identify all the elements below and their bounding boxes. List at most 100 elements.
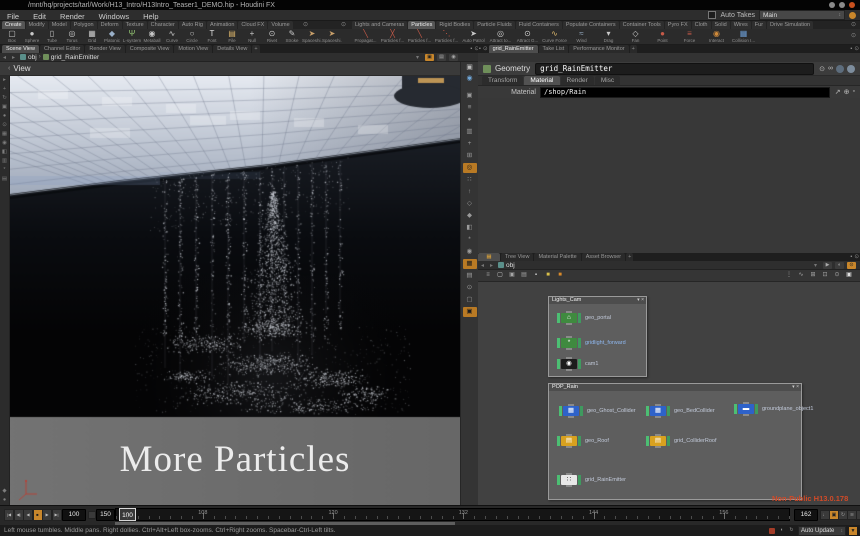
shelf-tool-attract-g-[interactable]: ⊙Attract G... — [514, 29, 541, 43]
shelf-tools-gear-icon[interactable]: ⊙ — [851, 32, 856, 40]
find-icon[interactable]: ⊙ — [832, 271, 842, 280]
param-tab-misc[interactable]: Misc — [595, 76, 620, 85]
tab-details-view[interactable]: Details View — [213, 45, 251, 53]
shelf-tool-tube[interactable]: ▯Tube — [42, 29, 62, 43]
node-gridlight-forward[interactable]: *gridlight_forward — [557, 338, 626, 348]
shelf-tool-auto-patrol[interactable]: ➤Auto Patrol — [460, 29, 487, 43]
display-options-icon[interactable]: ▣ — [463, 307, 477, 317]
help-icon[interactable] — [836, 65, 844, 73]
node-render-flag[interactable] — [578, 338, 581, 348]
material-path-field[interactable]: /shop/Rain — [540, 87, 830, 98]
jump-to-start-button[interactable]: |◀ — [4, 509, 14, 521]
display-options-icon[interactable]: ▦ — [2, 130, 7, 139]
shelf-tool-attract-to-[interactable]: ◎Attract to... — [487, 29, 514, 43]
path-segment-node[interactable]: grid_RainEmitter — [41, 54, 101, 61]
play-reverse-button[interactable]: ◀ — [23, 509, 33, 521]
network-path-segment[interactable]: obj — [496, 262, 517, 269]
shelf-tab-fur[interactable]: Fur — [752, 21, 766, 29]
jump-to-end-button[interactable]: ▶| — [52, 509, 62, 521]
chevron-down-icon[interactable]: ▾ — [811, 262, 820, 269]
minimize-button[interactable] — [829, 2, 835, 8]
range-lock-icon[interactable] — [88, 511, 96, 519]
snapshot-icon[interactable]: ▢ — [463, 295, 477, 305]
grid-display-icon[interactable]: ▦ — [463, 259, 477, 269]
close-button[interactable] — [849, 2, 855, 8]
shelf-tool-curve[interactable]: ∿Curve — [162, 29, 182, 43]
node-geo-ghost-collider[interactable]: ▦geo_Ghost_Collider — [559, 406, 636, 416]
snap-options-icon[interactable]: ⊙ — [2, 121, 7, 130]
points-display-icon[interactable]: ∷ — [463, 175, 477, 185]
group-list-icon[interactable]: ▤ — [463, 271, 477, 281]
shelf-tab-populate-containers[interactable]: Populate Containers — [563, 21, 619, 29]
shelf-tab-particle-fluids[interactable]: Particle Fluids — [474, 21, 515, 29]
node-input-stub[interactable] — [566, 434, 572, 436]
path-segment-obj[interactable]: obj — [18, 54, 39, 61]
stop-button[interactable]: ■ — [33, 509, 43, 521]
node-display-flag[interactable] — [734, 404, 737, 414]
shelf-tab-deform[interactable]: Deform — [98, 21, 122, 29]
handles-icon[interactable]: + — [463, 139, 477, 149]
range-end-field[interactable]: 150 — [96, 509, 115, 521]
node-input-stub[interactable] — [566, 336, 572, 338]
badge-icon[interactable]: ▢ — [495, 271, 505, 280]
node-display-flag[interactable] — [557, 436, 560, 446]
swatch-yellow-icon[interactable]: ■ — [543, 271, 553, 280]
camera-tool-icon[interactable]: ◉ — [2, 139, 7, 148]
shelf-tool-null[interactable]: +Null — [242, 29, 262, 43]
node-geo-roof[interactable]: ▤geo_Roof — [557, 436, 609, 446]
step-back-button[interactable]: ◀| — [14, 509, 24, 521]
grid-toggle-icon[interactable]: ▤ — [2, 175, 7, 184]
end-frame-field[interactable]: 162 — [794, 509, 818, 521]
timeline-ruler[interactable]: 100 108120132144156 — [115, 508, 790, 521]
layout-icon[interactable]: ▤ — [519, 271, 529, 280]
scale-tool-icon[interactable]: ▣ — [2, 103, 7, 112]
tab-network-view[interactable]: ▦ — [478, 253, 500, 261]
node-render-flag[interactable] — [667, 406, 670, 416]
tab-motion-view[interactable]: Motion View — [174, 45, 212, 53]
clear-icon[interactable]: ▫ — [853, 88, 855, 96]
display-flags-icon[interactable]: ▣ — [507, 271, 517, 280]
shelf-tab-volume[interactable]: Volume — [268, 21, 292, 29]
shelf-tool-particles-f-[interactable]: ╲Particles f... — [406, 29, 433, 43]
refresh-icon[interactable]: ↻ — [788, 527, 795, 534]
shelf-tool-sphere[interactable]: ●Sphere — [22, 29, 42, 43]
node-display-flag[interactable] — [557, 338, 560, 348]
node-input-stub[interactable] — [655, 404, 661, 406]
overview-icon[interactable]: ⊡ — [820, 271, 830, 280]
network-box-pop-rain[interactable]: POP_Rain▾ ×▦geo_Ghost_Collider▦geo_BedCo… — [548, 383, 802, 500]
auto-takes-checkbox[interactable] — [708, 11, 716, 19]
shelf-tab-character[interactable]: Character — [148, 21, 178, 29]
grid-snap-icon[interactable]: ⊞ — [808, 271, 818, 280]
tab-asset-browser[interactable]: Asset Browser — [582, 253, 625, 261]
tab-tree-view[interactable]: Tree View — [501, 253, 533, 261]
tab-render-view[interactable]: Render View — [85, 45, 124, 53]
new-tab-button[interactable]: + — [626, 253, 633, 261]
construction-plane-icon[interactable]: ◎ — [463, 163, 477, 173]
node-input-stub[interactable] — [655, 434, 661, 436]
connector-style-icon[interactable]: ≡ — [483, 271, 493, 280]
chevron-down-icon[interactable]: ▾ — [413, 54, 422, 61]
select-tool-icon[interactable]: ▸ — [3, 76, 6, 85]
update-mode-selector[interactable]: Auto Update ↕ — [798, 526, 846, 536]
maximize-button[interactable] — [839, 2, 845, 8]
shelf-tool-font[interactable]: TFont — [202, 29, 222, 43]
nav-back-icon[interactable]: ◂ — [0, 54, 9, 61]
pane-layout-icon[interactable]: ▣ — [463, 62, 477, 73]
view-mode-icon[interactable]: ▣ — [463, 91, 477, 101]
frame-all-icon[interactable]: ▣ — [844, 271, 854, 280]
node-render-flag[interactable] — [578, 436, 581, 446]
network-box-controls[interactable]: ▾ × — [637, 297, 644, 303]
shelf-tool-point[interactable]: ●Point — [649, 29, 676, 43]
node-input-stub[interactable] — [568, 404, 574, 406]
shelf-tool-fan[interactable]: ◇Fan — [622, 29, 649, 43]
rotate-tool-icon[interactable]: ↻ — [2, 94, 7, 103]
pose-tool-icon[interactable]: ● — [3, 112, 6, 121]
translate-tool-icon[interactable]: + — [3, 85, 6, 94]
node-input-stub[interactable] — [566, 473, 572, 475]
shelf-tool-grid[interactable]: ▦Grid — [82, 29, 102, 43]
shelf-gear-icon[interactable]: ⊙ — [341, 21, 346, 29]
shelf-tab-animation[interactable]: Animation — [207, 21, 237, 29]
node-output-stub[interactable] — [566, 369, 572, 371]
pin-pane-icon[interactable]: ◉ — [449, 54, 458, 61]
snap-icon[interactable]: ⊞ — [463, 151, 477, 161]
